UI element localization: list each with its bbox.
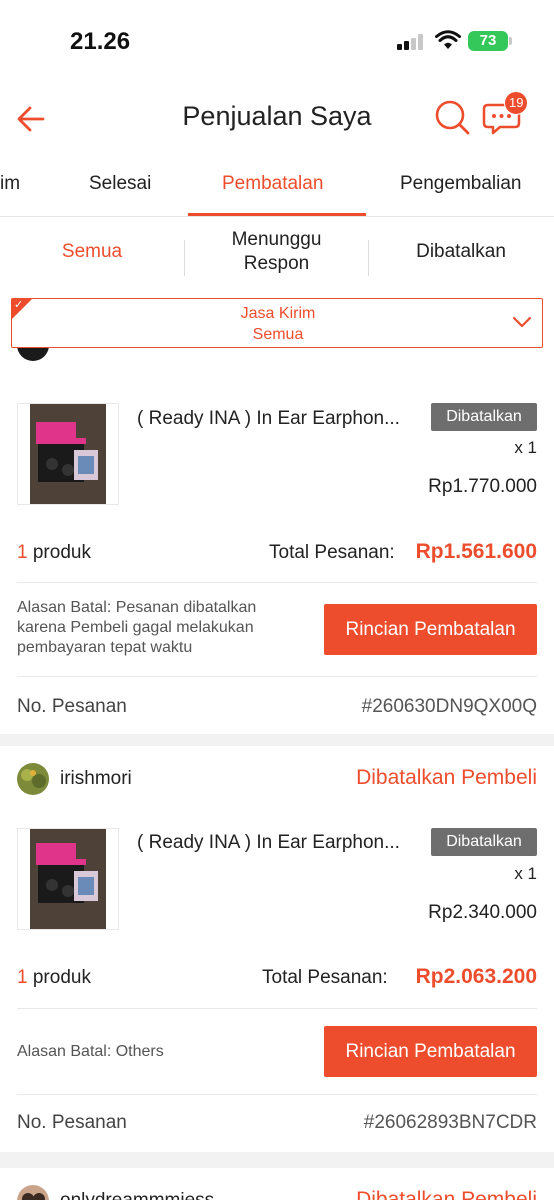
order-number[interactable]: #260630DN9QX00Q <box>362 696 537 718</box>
product-title[interactable]: ( Ready INA ) In Ear Earphon... <box>137 832 412 854</box>
product-thumbnail[interactable] <box>17 828 119 930</box>
cancellation-detail-button[interactable]: Rincian Pembatalan <box>324 1026 537 1077</box>
status-badge: Dibatalkan <box>431 403 537 431</box>
subtab-dibatalkan[interactable]: Dibatalkan <box>392 240 530 264</box>
total-amount: Rp2.063.200 <box>415 965 537 988</box>
battery-icon: 73 <box>468 31 508 51</box>
product-count: 1 produk <box>17 967 91 989</box>
product-count-label: produk <box>32 542 91 563</box>
cancel-reason: Alasan Batal: Others <box>17 1043 164 1060</box>
app-header: Penjualan Saya <box>0 85 554 151</box>
search-icon[interactable] <box>432 97 472 137</box>
total-label: Total Pesanan: <box>262 967 388 988</box>
avatar[interactable] <box>17 763 49 795</box>
shipping-filter-dropdown[interactable]: ✓ Jasa Kirim Semua <box>11 298 543 348</box>
product-thumbnail[interactable] <box>17 403 119 505</box>
divider <box>17 1094 537 1095</box>
product-image <box>30 829 106 929</box>
total-amount: Rp1.561.600 <box>415 540 537 563</box>
avatar[interactable] <box>17 348 49 361</box>
order-card: irishmori Dibatalkan Pembeli ( Ready INA… <box>0 746 554 1152</box>
order-card: onlydreammmiess Dibatalkan Pembeli <box>0 1168 554 1200</box>
product-quantity: x 1 <box>514 438 537 457</box>
divider <box>17 676 537 677</box>
battery-tip <box>509 37 512 45</box>
filter-value: Semua <box>252 326 304 343</box>
order-list[interactable]: ( Ready INA ) In Ear Earphon... Dibatalk… <box>0 348 554 1200</box>
filter-label: Jasa Kirim Semua <box>12 303 544 345</box>
status-time: 21.26 <box>70 28 131 55</box>
status-subtabs: Semua Menunggu Respon Dibatalkan <box>0 218 554 286</box>
product-image <box>30 404 106 504</box>
divider <box>17 582 537 583</box>
order-status: Dibatalkan Pembeli <box>356 766 537 789</box>
order-number[interactable]: #26062893BN7CDR <box>364 1112 537 1134</box>
total-label: Total Pesanan: <box>269 542 395 563</box>
order-tabs: im Selesai Pembatalan Pengembalian <box>0 155 554 217</box>
tab-pengembalian[interactable]: Pengembalian <box>400 173 521 195</box>
subtab-divider <box>368 240 369 276</box>
product-count-label: produk <box>32 967 91 988</box>
active-tab-indicator <box>188 213 366 216</box>
product-count-number: 1 <box>17 967 28 988</box>
divider <box>17 1008 537 1009</box>
product-price: Rp1.770.000 <box>428 476 537 497</box>
tab-selesai[interactable]: Selesai <box>89 173 151 195</box>
chevron-down-icon <box>512 316 532 328</box>
cellular-signal-icon <box>397 34 425 50</box>
avatar[interactable] <box>17 1185 49 1200</box>
order-status: Dibatalkan Pembeli <box>356 1188 537 1200</box>
filter-title: Jasa Kirim <box>240 305 316 322</box>
status-badge: Dibatalkan <box>431 828 537 856</box>
product-title[interactable]: ( Ready INA ) In Ear Earphon... <box>137 408 412 430</box>
shop-name[interactable]: onlydreammmiess <box>60 1190 214 1200</box>
product-quantity: x 1 <box>514 864 537 883</box>
subtab-divider <box>184 240 185 276</box>
wifi-icon <box>435 30 461 49</box>
tab-pembatalan[interactable]: Pembatalan <box>222 173 323 195</box>
order-card: ( Ready INA ) In Ear Earphon... Dibatalk… <box>0 348 554 734</box>
subtab-semua[interactable]: Semua <box>30 240 154 264</box>
shop-name[interactable]: irishmori <box>60 768 132 790</box>
cancel-reason: Alasan Batal: Pesanan dibatalkan karena … <box>17 599 257 656</box>
product-count: 1 produk <box>17 542 91 564</box>
product-price: Rp2.340.000 <box>428 902 537 923</box>
cancellation-detail-button[interactable]: Rincian Pembatalan <box>324 604 537 655</box>
tab-dikirim[interactable]: im <box>0 173 20 195</box>
product-count-number: 1 <box>17 542 28 563</box>
subtab-menunggu-respon[interactable]: Menunggu Respon <box>215 228 338 276</box>
order-number-label: No. Pesanan <box>17 1112 127 1133</box>
order-number-label: No. Pesanan <box>17 696 127 717</box>
status-bar: 21.26 73 <box>0 0 554 80</box>
